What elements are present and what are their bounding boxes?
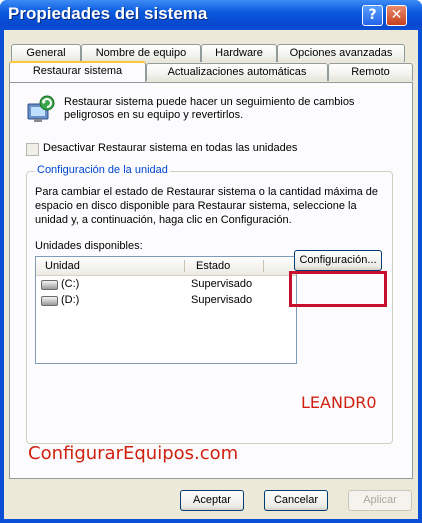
tab-automatic-updates[interactable]: Actualizaciones automáticas [146, 63, 328, 81]
column-header-state[interactable]: Estado [196, 260, 230, 272]
drive-icon [41, 296, 58, 306]
list-item[interactable]: (C:) Supervisado [36, 277, 296, 293]
column-header-unit[interactable]: Unidad [45, 260, 80, 272]
tab-advanced-options[interactable]: Opciones avanzadas [277, 44, 405, 62]
tab-computer-name[interactable]: Nombre de equipo [81, 44, 201, 62]
dialog-client-area: General Nombre de equipo Hardware Opcion… [4, 30, 418, 519]
help-button[interactable]: ? [362, 5, 383, 26]
available-drives-label: Unidades disponibles: [35, 240, 143, 252]
cancel-button[interactable]: Cancelar [264, 490, 328, 511]
tab-system-restore[interactable]: Restaurar sistema [9, 61, 146, 82]
window-title: Propiedades del sistema [8, 4, 208, 23]
drive-name: (D:) [61, 294, 80, 306]
drive-icon [41, 280, 58, 290]
tab-remote[interactable]: Remoto [328, 63, 413, 81]
title-bar[interactable]: Propiedades del sistema ? ✕ [0, 0, 422, 30]
site-watermark: ConfigurarEquipos.com [28, 443, 239, 464]
close-button[interactable]: ✕ [386, 5, 407, 26]
author-watermark: LEANDR0 [301, 393, 377, 412]
tab-general[interactable]: General [11, 44, 81, 62]
tab-hardware[interactable]: Hardware [201, 44, 277, 62]
highlight-box [289, 271, 387, 307]
group-label: Configuración de la unidad [35, 164, 170, 176]
list-header: Unidad Estado [36, 257, 296, 276]
system-properties-window: Propiedades del sistema ? ✕ General Nomb… [0, 0, 422, 523]
system-restore-icon [27, 95, 55, 122]
group-description: Para cambiar el estado de Restaurar sist… [35, 186, 379, 226]
list-item[interactable]: (D:) Supervisado [36, 293, 296, 309]
drive-state: Supervisado [191, 278, 253, 290]
accept-button[interactable]: Aceptar [180, 490, 244, 511]
column-separator[interactable] [263, 260, 264, 272]
column-separator[interactable] [184, 260, 185, 272]
apply-button[interactable]: Aplicar [348, 490, 412, 511]
drive-name: (C:) [61, 278, 80, 290]
drives-list[interactable]: Unidad Estado (C:) Supervisado (D:) Supe… [35, 256, 297, 364]
disable-restore-checkbox[interactable] [26, 143, 39, 156]
drive-state: Supervisado [191, 294, 253, 306]
configuration-button[interactable]: Configuración... [294, 250, 382, 271]
disable-restore-label[interactable]: Desactivar Restaurar sistema en todas la… [43, 142, 297, 154]
info-text: Restaurar sistema puede hacer un seguimi… [64, 96, 355, 121]
